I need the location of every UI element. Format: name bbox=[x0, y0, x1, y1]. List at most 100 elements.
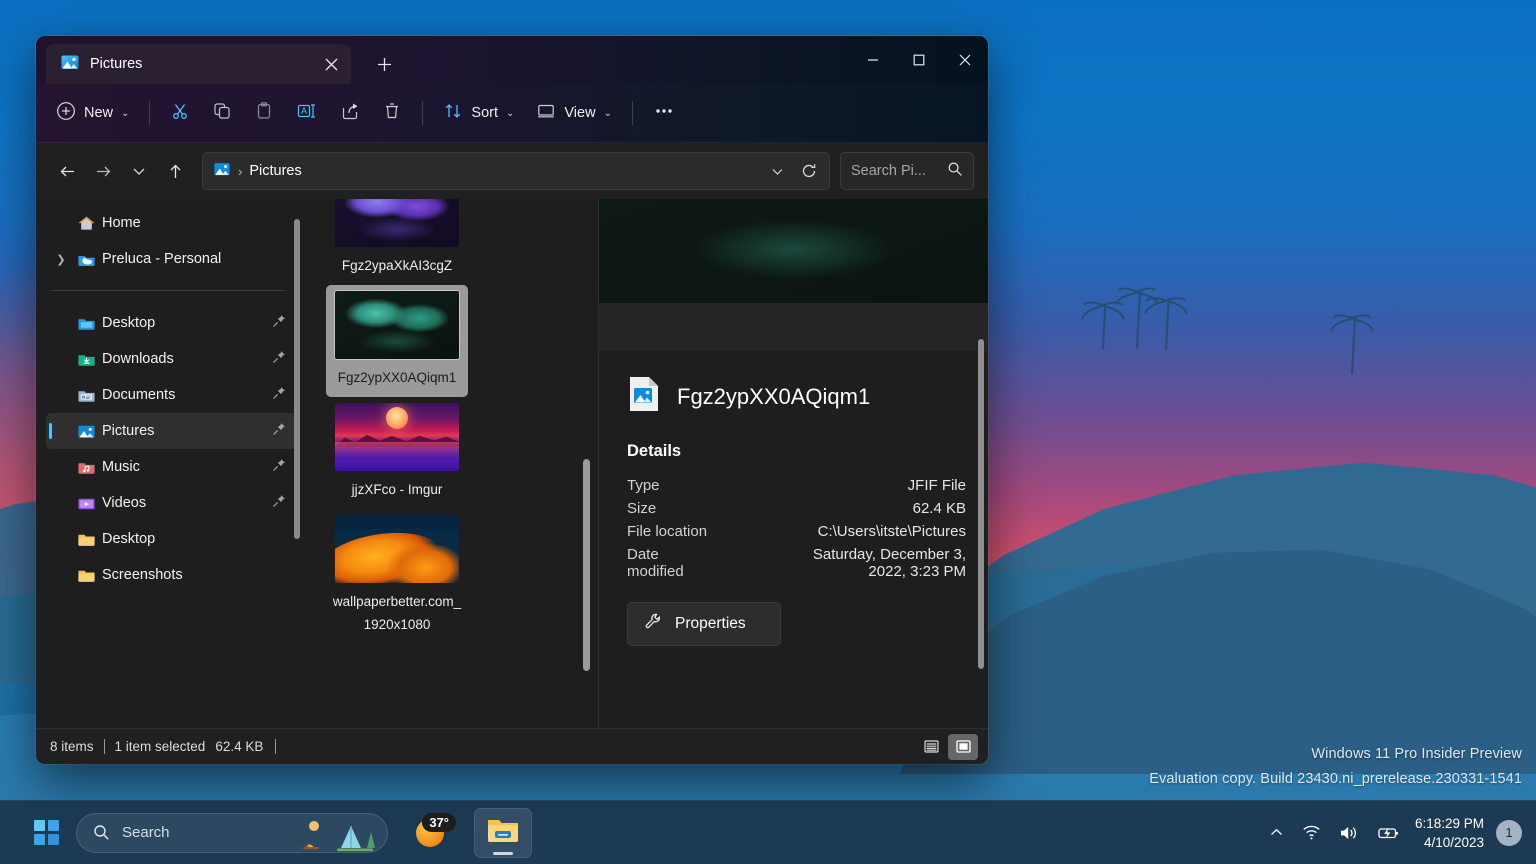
sidebar-item-music[interactable]: Music bbox=[46, 449, 296, 485]
file-list-scrollbar-thumb[interactable] bbox=[583, 459, 590, 671]
sidebar-item-preluca-personal[interactable]: ❯ Preluca - Personal bbox=[46, 241, 296, 277]
battery-charging-icon[interactable] bbox=[1368, 811, 1409, 855]
more-options-button[interactable] bbox=[643, 95, 685, 131]
status-divider bbox=[275, 739, 277, 754]
sidebar-item-label: Home bbox=[102, 215, 141, 231]
recent-locations-button[interactable] bbox=[122, 154, 156, 188]
wallpaper-palm-tree bbox=[1079, 296, 1127, 350]
refresh-icon[interactable] bbox=[793, 155, 825, 187]
weather-widget[interactable]: 37° bbox=[402, 809, 458, 857]
start-button[interactable] bbox=[24, 811, 68, 855]
pin-icon[interactable] bbox=[272, 350, 286, 368]
downloads-folder-icon bbox=[76, 349, 96, 369]
videos-folder-icon bbox=[76, 493, 96, 513]
share-icon bbox=[340, 101, 360, 125]
notification-badge[interactable]: 1 bbox=[1496, 819, 1522, 846]
minimize-button[interactable] bbox=[850, 36, 896, 84]
sidebar-item-label: Videos bbox=[102, 495, 147, 511]
cut-button[interactable] bbox=[160, 95, 200, 131]
sidebar-item-pictures[interactable]: Pictures bbox=[46, 413, 296, 449]
chevron-down-icon: ⌄ bbox=[603, 107, 612, 119]
show-hidden-icons-button[interactable] bbox=[1260, 811, 1293, 855]
pin-icon[interactable] bbox=[272, 458, 286, 476]
chevron-down-icon: ⌄ bbox=[121, 107, 130, 119]
chevron-right-icon[interactable]: ❯ bbox=[52, 253, 70, 266]
sort-button-label: Sort bbox=[471, 105, 498, 121]
taskbar-search-input[interactable]: Search bbox=[76, 812, 388, 853]
navigation-pane: Home ❯ Preluca - Personal Desktop Downlo… bbox=[36, 199, 304, 728]
new-tab-button[interactable] bbox=[367, 47, 401, 81]
search-input[interactable]: Search Pi... bbox=[840, 152, 974, 190]
rename-icon: A bbox=[296, 101, 318, 125]
taskbar-file-explorer-button[interactable] bbox=[474, 807, 532, 858]
sidebar-item-home[interactable]: Home bbox=[46, 205, 296, 241]
search-placeholder: Search Pi... bbox=[851, 163, 926, 179]
detail-row: Type JFIF File bbox=[627, 477, 966, 494]
forward-button[interactable] bbox=[86, 154, 120, 188]
share-button[interactable] bbox=[330, 95, 370, 131]
file-name: jjzXFco - Imgur bbox=[351, 482, 443, 497]
sidebar-item-videos[interactable]: Videos bbox=[46, 485, 296, 521]
pin-icon[interactable] bbox=[272, 422, 286, 440]
details-scrollbar-thumb[interactable] bbox=[978, 339, 984, 669]
delete-button[interactable] bbox=[372, 95, 412, 131]
selection-size: 62.4 KB bbox=[215, 739, 264, 754]
pin-icon[interactable] bbox=[272, 494, 286, 512]
file-grid: Fgz2ypaXkAI3cgZ Fgz2ypXX0AQiqm1 jjzXFco … bbox=[326, 199, 592, 644]
details-view-button[interactable] bbox=[916, 734, 946, 760]
close-icon[interactable] bbox=[317, 50, 345, 78]
up-button[interactable] bbox=[158, 154, 192, 188]
clock-time: 6:18:29 PM bbox=[1414, 815, 1484, 831]
file-tile[interactable]: wallpaperbetter.com_1920x1080 bbox=[326, 509, 468, 644]
ellipsis-icon bbox=[653, 101, 675, 125]
sidebar-scrollbar-thumb[interactable] bbox=[294, 219, 300, 539]
preview-toolbar-strip bbox=[599, 303, 988, 351]
close-window-button[interactable] bbox=[942, 36, 988, 84]
taskbar-clock[interactable]: 6:18:29 PM 4/10/2023 bbox=[1409, 814, 1494, 852]
jfif-file-icon bbox=[627, 375, 661, 418]
taskbar-search-placeholder: Search bbox=[122, 824, 170, 841]
new-button[interactable]: New ⌄ bbox=[46, 95, 139, 131]
copy-icon bbox=[212, 101, 232, 125]
back-button[interactable] bbox=[50, 154, 84, 188]
pin-icon[interactable] bbox=[272, 314, 286, 332]
sidebar-item-documents[interactable]: Documents bbox=[46, 377, 296, 413]
explorer-body: Home ❯ Preluca - Personal Desktop Downlo… bbox=[36, 199, 988, 728]
file-tile[interactable]: Fgz2ypaXkAI3cgZ bbox=[326, 199, 468, 285]
view-button[interactable]: View ⌄ bbox=[526, 95, 622, 131]
pin-icon[interactable] bbox=[272, 386, 286, 404]
large-icons-view-button[interactable] bbox=[948, 733, 978, 760]
sidebar-item-desktop[interactable]: Desktop bbox=[46, 305, 296, 341]
file-tile-selected[interactable]: Fgz2ypXX0AQiqm1 bbox=[326, 285, 468, 397]
sidebar-item-screenshots[interactable]: Screenshots bbox=[46, 557, 296, 593]
breadcrumb[interactable]: › Pictures bbox=[213, 160, 761, 182]
details-content: Fgz2ypXX0AQiqm1 Details Type JFIF File S… bbox=[599, 357, 988, 728]
maximize-button[interactable] bbox=[896, 36, 942, 84]
file-list-pane[interactable]: Fgz2ypaXkAI3cgZ Fgz2ypXX0AQiqm1 jjzXFco … bbox=[304, 199, 598, 728]
sidebar-item-label: Desktop bbox=[102, 531, 156, 547]
window-controls bbox=[850, 36, 988, 84]
desktop-folder-icon bbox=[76, 313, 96, 333]
properties-button[interactable]: Properties bbox=[627, 602, 781, 646]
tab-pictures[interactable]: Pictures bbox=[46, 44, 351, 84]
breadcrumb-dropdown-icon[interactable] bbox=[761, 155, 793, 187]
copy-button[interactable] bbox=[202, 95, 242, 131]
sidebar-item-desktop-folder[interactable]: Desktop bbox=[46, 521, 296, 557]
view-button-label: View bbox=[564, 105, 596, 121]
breadcrumb-current[interactable]: Pictures bbox=[249, 163, 301, 179]
wifi-icon[interactable] bbox=[1293, 811, 1330, 855]
paste-button[interactable] bbox=[244, 95, 284, 131]
sort-button[interactable]: Sort ⌄ bbox=[433, 95, 524, 131]
sidebar-item-downloads[interactable]: Downloads bbox=[46, 341, 296, 377]
insider-watermark: Windows 11 Pro Insider Preview Evaluatio… bbox=[1149, 742, 1522, 792]
details-section-title: Details bbox=[627, 442, 682, 460]
volume-icon[interactable] bbox=[1330, 811, 1368, 855]
details-file-header: Fgz2ypXX0AQiqm1 bbox=[627, 375, 966, 418]
detail-row: Date modified Saturday, December 3, 2022… bbox=[627, 546, 966, 580]
file-tile[interactable]: jjzXFco - Imgur bbox=[326, 397, 468, 509]
breadcrumb-bar[interactable]: › Pictures bbox=[202, 152, 830, 190]
view-switcher bbox=[916, 733, 978, 760]
rename-button[interactable]: A bbox=[286, 95, 328, 131]
toolbar-divider bbox=[631, 101, 633, 125]
desktop: Windows 11 Pro Insider Preview Evaluatio… bbox=[0, 0, 1536, 864]
